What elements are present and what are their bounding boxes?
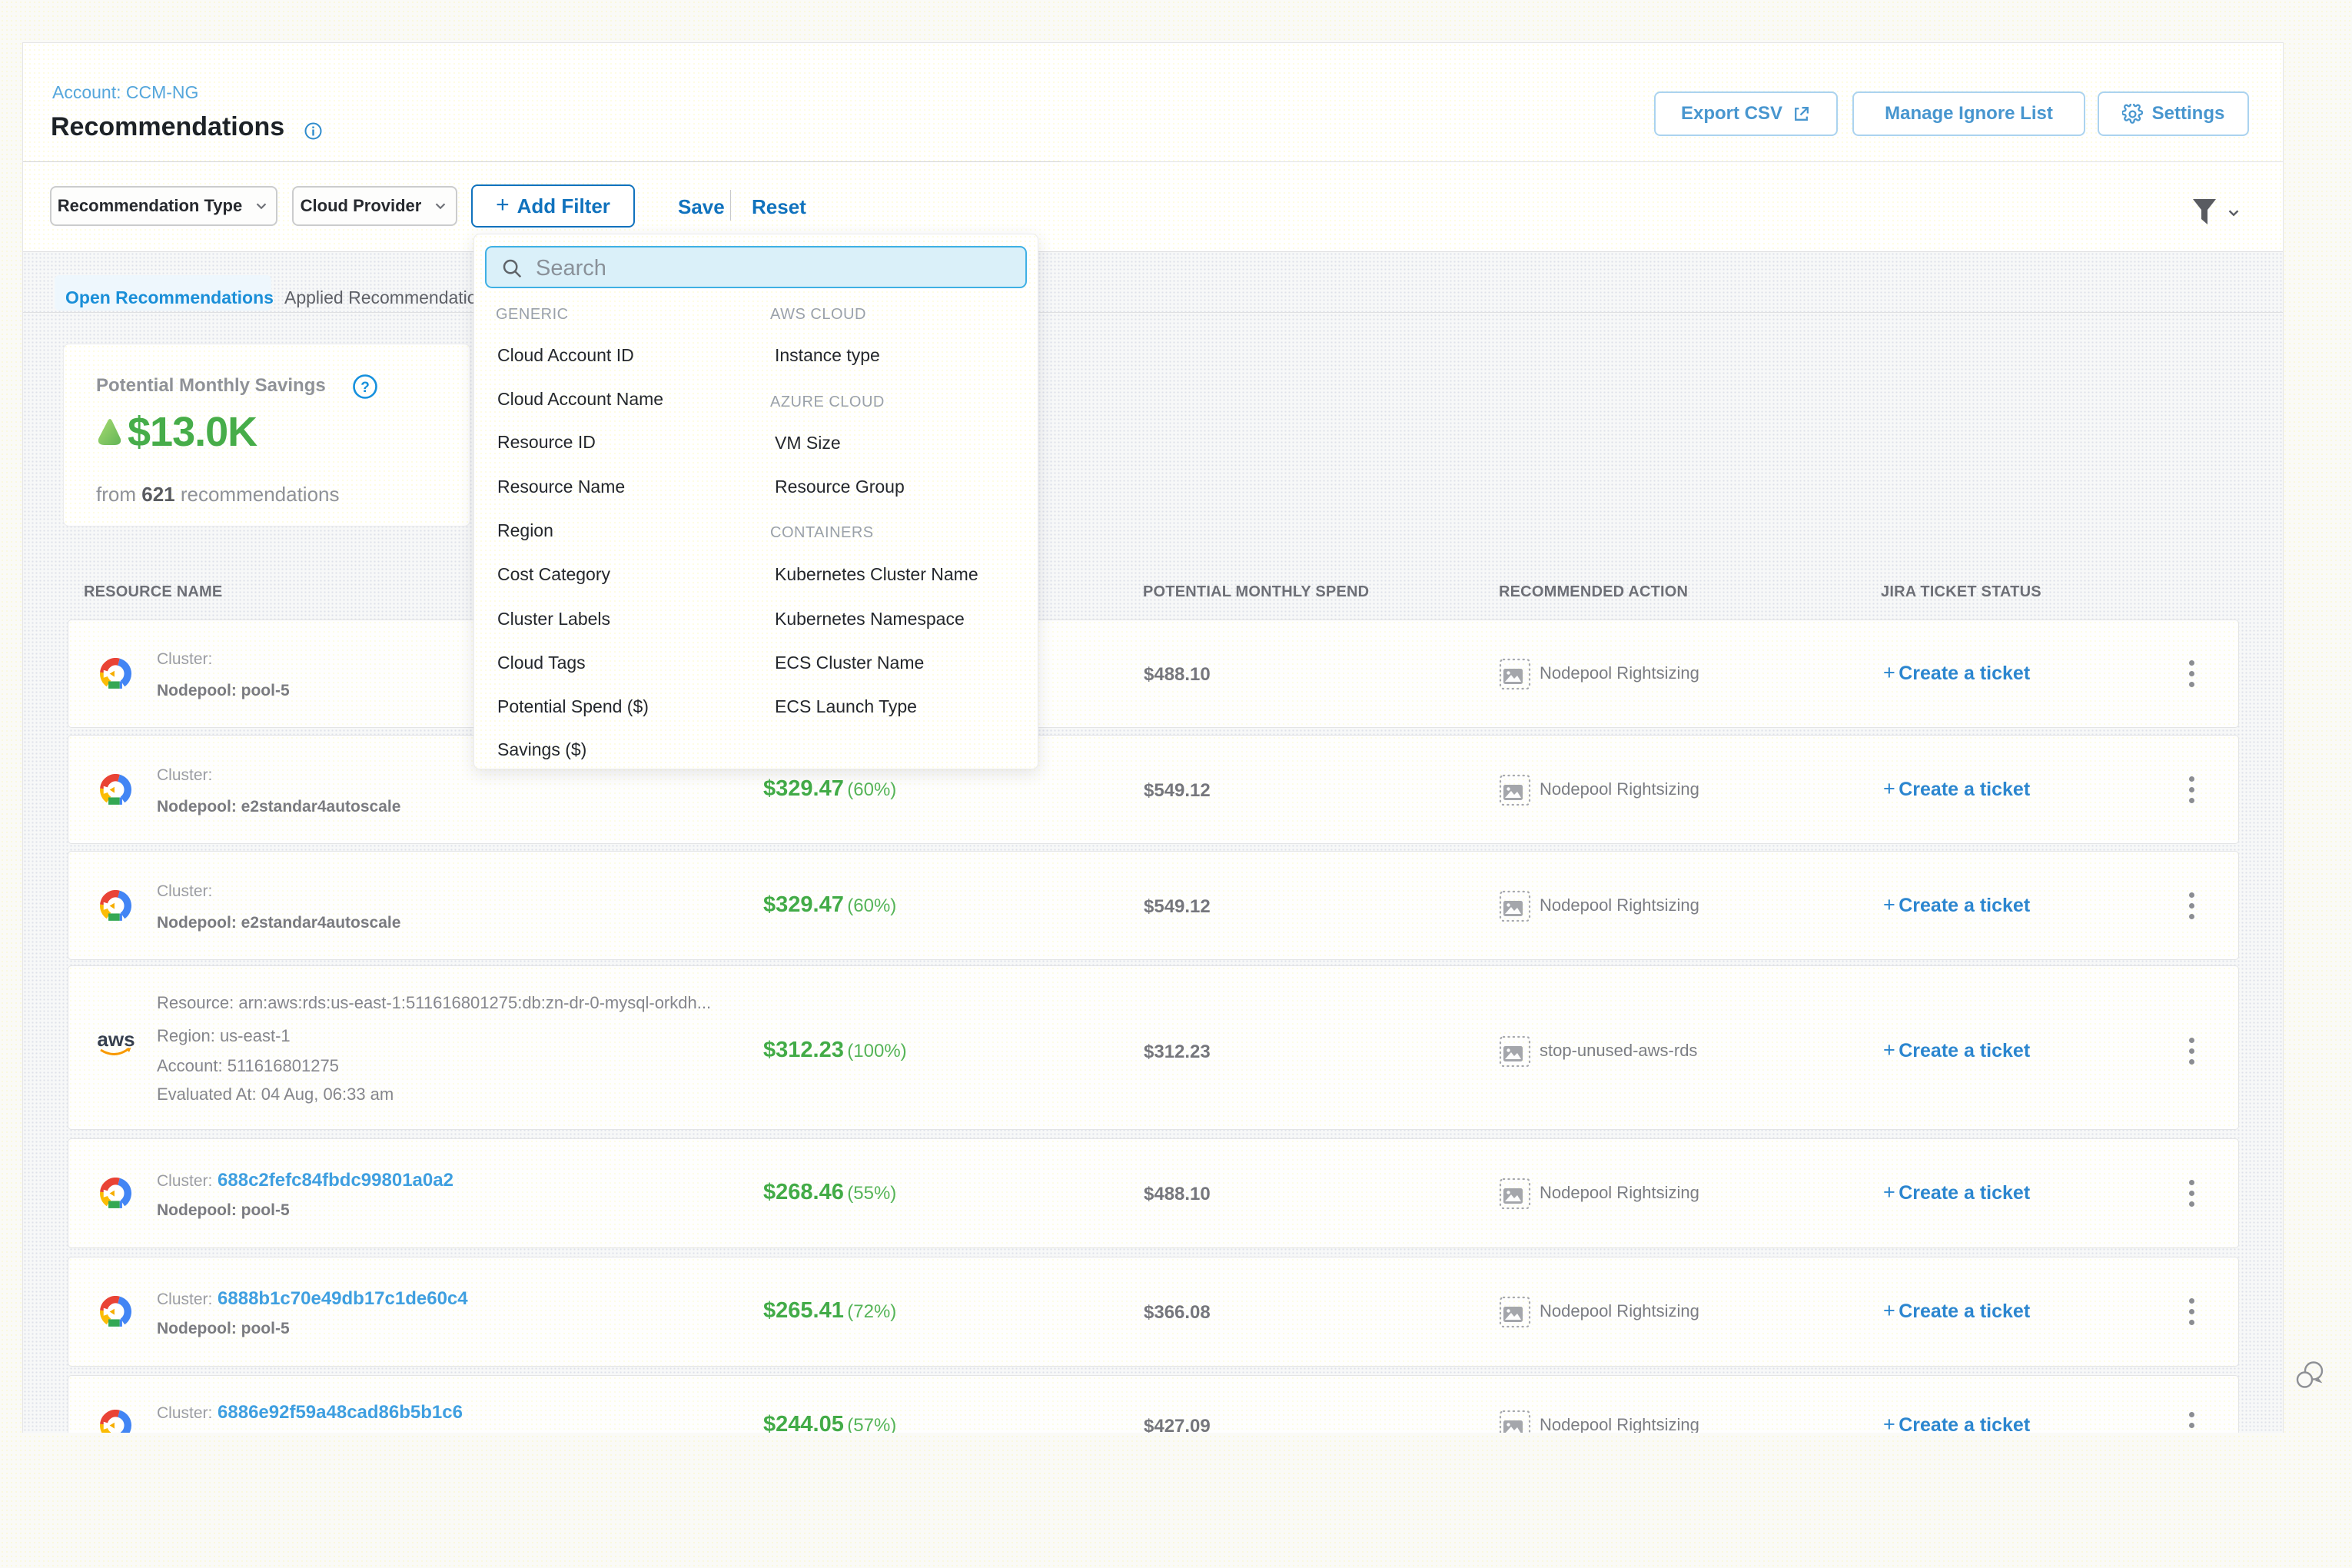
svg-text:?: ? — [360, 380, 370, 396]
svg-text:aws: aws — [97, 1029, 135, 1051]
